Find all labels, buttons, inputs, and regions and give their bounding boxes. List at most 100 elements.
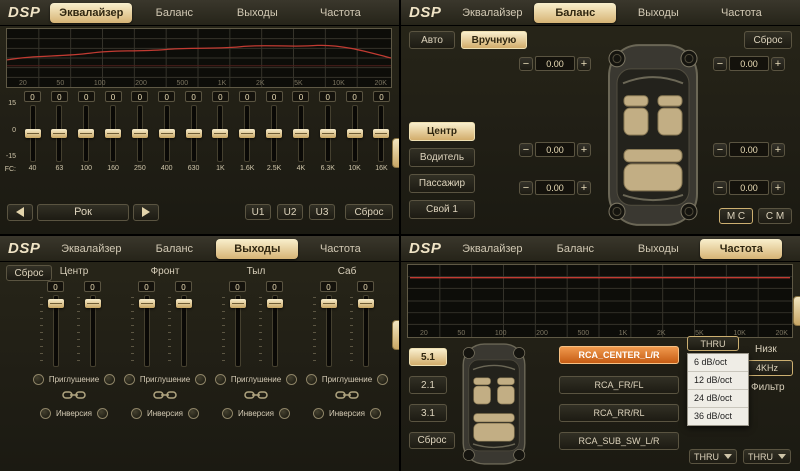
slider-thumb[interactable]	[266, 129, 282, 138]
decrease-button[interactable]	[519, 143, 533, 157]
preset-select[interactable]: Рок	[37, 204, 129, 221]
channel-rca-front-button[interactable]: RCA_FR/FL	[559, 376, 679, 394]
tab-equalizer[interactable]: Эквалайзер	[451, 239, 533, 259]
slider-thumb[interactable]	[186, 129, 202, 138]
slope-option[interactable]: 36 dB/oct	[688, 408, 748, 425]
preset-next-button[interactable]	[133, 204, 159, 221]
mute-left-checkbox[interactable]	[306, 374, 317, 385]
output-level-slider[interactable]	[47, 295, 64, 367]
sub-filter-dropdown-2[interactable]: THRU	[743, 449, 791, 464]
band-slider[interactable]	[78, 105, 95, 162]
link-channels-icon[interactable]	[334, 390, 360, 400]
link-channels-icon[interactable]	[243, 390, 269, 400]
mute-right-checkbox[interactable]	[104, 374, 115, 385]
side-drawer-handle[interactable]	[793, 296, 800, 326]
tab-equalizer[interactable]: Эквалайзер	[50, 3, 132, 23]
balance-preset-passenger[interactable]: Пассажир	[409, 174, 475, 193]
slider-thumb[interactable]	[373, 129, 389, 138]
slider-thumb[interactable]	[85, 299, 101, 308]
slope-option[interactable]: 12 dB/oct	[688, 372, 748, 390]
decrease-button[interactable]	[519, 181, 533, 195]
tab-frequency[interactable]: Частота	[299, 3, 381, 23]
slider-thumb[interactable]	[78, 129, 94, 138]
slider-thumb[interactable]	[212, 129, 228, 138]
band-slider[interactable]	[158, 105, 175, 162]
tab-balance[interactable]: Баланс	[133, 239, 215, 259]
preset-prev-button[interactable]	[7, 204, 33, 221]
output-level-slider[interactable]	[138, 295, 155, 367]
channel-rca-center-button[interactable]: RCA_CENTER_L/R	[559, 346, 679, 364]
side-drawer-handle[interactable]	[392, 320, 399, 350]
invert-left-checkbox[interactable]	[131, 408, 142, 419]
balance-preset-driver[interactable]: Водитель	[409, 148, 475, 167]
balance-preset-center[interactable]: Центр	[409, 122, 475, 141]
tab-frequency[interactable]: Частота	[700, 3, 782, 23]
slider-thumb[interactable]	[25, 129, 41, 138]
decrease-button[interactable]	[713, 143, 727, 157]
band-slider[interactable]	[319, 105, 336, 162]
decrease-button[interactable]	[713, 57, 727, 71]
decrease-button[interactable]	[519, 57, 533, 71]
mode-3-1-button[interactable]: 3.1	[409, 404, 447, 422]
band-slider[interactable]	[24, 105, 41, 162]
mute-left-checkbox[interactable]	[215, 374, 226, 385]
slider-thumb[interactable]	[320, 129, 336, 138]
band-slider[interactable]	[266, 105, 283, 162]
mode-5-1-button[interactable]: 5.1	[409, 348, 447, 366]
mute-right-checkbox[interactable]	[377, 374, 388, 385]
mode-2-1-button[interactable]: 2.1	[409, 376, 447, 394]
tab-balance[interactable]: Баланс	[534, 3, 616, 23]
band-slider[interactable]	[292, 105, 309, 162]
slider-thumb[interactable]	[139, 299, 155, 308]
tab-frequency[interactable]: Частота	[700, 239, 782, 259]
slider-thumb[interactable]	[176, 299, 192, 308]
slider-thumb[interactable]	[132, 129, 148, 138]
output-level-slider[interactable]	[320, 295, 337, 367]
slider-thumb[interactable]	[267, 299, 283, 308]
band-slider[interactable]	[346, 105, 363, 162]
invert-right-checkbox[interactable]	[188, 408, 199, 419]
freq-reset-button[interactable]: Сброс	[409, 432, 455, 449]
tab-balance[interactable]: Баланс	[534, 239, 616, 259]
slider-thumb[interactable]	[159, 129, 175, 138]
tab-outputs[interactable]: Выходы	[216, 239, 298, 259]
output-level-slider[interactable]	[84, 295, 101, 367]
slider-thumb[interactable]	[48, 299, 64, 308]
slider-thumb[interactable]	[321, 299, 337, 308]
slope-option[interactable]: 24 dB/oct	[688, 390, 748, 408]
invert-left-checkbox[interactable]	[222, 408, 233, 419]
tab-frequency[interactable]: Частота	[299, 239, 381, 259]
increase-button[interactable]	[771, 57, 785, 71]
channel-rca-sub-button[interactable]: RCA_SUB_SW_L/R	[559, 432, 679, 450]
slider-thumb[interactable]	[230, 299, 246, 308]
tab-outputs[interactable]: Выходы	[216, 3, 298, 23]
increase-button[interactable]	[771, 181, 785, 195]
invert-right-checkbox[interactable]	[279, 408, 290, 419]
output-level-slider[interactable]	[175, 295, 192, 367]
side-drawer-handle[interactable]	[392, 138, 399, 168]
invert-left-checkbox[interactable]	[40, 408, 51, 419]
mute-right-checkbox[interactable]	[286, 374, 297, 385]
slider-thumb[interactable]	[239, 129, 255, 138]
band-slider[interactable]	[131, 105, 148, 162]
tab-outputs[interactable]: Выходы	[617, 239, 699, 259]
band-slider[interactable]	[373, 105, 390, 162]
slope-option[interactable]: 6 dB/oct	[688, 354, 748, 372]
slope-current-value[interactable]: THRU	[687, 336, 739, 351]
balance-preset-custom1[interactable]: Свой 1	[409, 200, 475, 219]
invert-right-checkbox[interactable]	[370, 408, 381, 419]
memory-u1-button[interactable]: U1	[245, 204, 271, 220]
mute-right-checkbox[interactable]	[195, 374, 206, 385]
slider-thumb[interactable]	[105, 129, 121, 138]
output-level-slider[interactable]	[357, 295, 374, 367]
slider-thumb[interactable]	[358, 299, 374, 308]
tab-balance[interactable]: Баланс	[133, 3, 215, 23]
sub-filter-dropdown-1[interactable]: THRU	[689, 449, 737, 464]
tab-equalizer[interactable]: Эквалайзер	[451, 3, 533, 23]
output-level-slider[interactable]	[266, 295, 283, 367]
channel-rca-rear-button[interactable]: RCA_RR/RL	[559, 404, 679, 422]
memory-u2-button[interactable]: U2	[277, 204, 303, 220]
mute-left-checkbox[interactable]	[124, 374, 135, 385]
balance-manual-button[interactable]: Вручную	[461, 31, 527, 49]
band-slider[interactable]	[212, 105, 229, 162]
